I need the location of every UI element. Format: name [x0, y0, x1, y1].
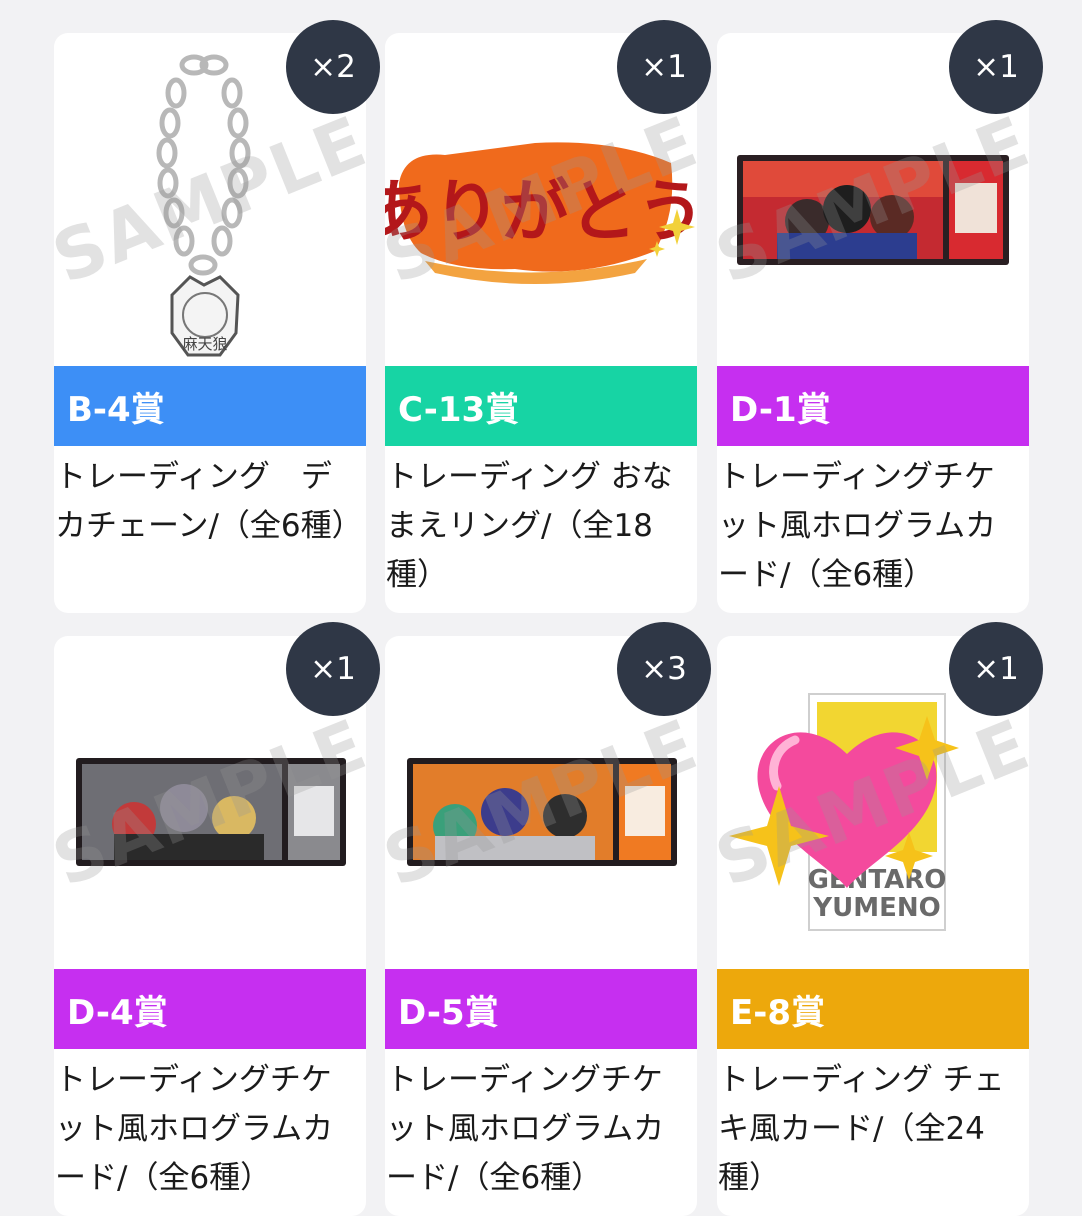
- prize-card-e8[interactable]: GENTARO YUMENO SAMPLE E-8賞 トレーディング チェキ風カ…: [717, 636, 1029, 1216]
- prize-label: D-5賞: [385, 969, 697, 1049]
- prize-label: C-13賞: [385, 366, 697, 446]
- quantity-badge: ×2: [286, 20, 380, 114]
- prize-card-c13[interactable]: ありがとう SAMPLE C-13賞 トレーディング おなまえリング/（全18種…: [385, 33, 697, 613]
- prize-card-d5[interactable]: SAMPLE D-5賞 トレーディングチケット風ホログラムカード/（全6種）: [385, 636, 697, 1216]
- prize-label: E-8賞: [717, 969, 1029, 1049]
- prize-label: D-1賞: [717, 366, 1029, 446]
- prize-card-d4[interactable]: SAMPLE D-4賞 トレーディングチケット風ホログラムカード/（全6種）: [54, 636, 366, 1216]
- quantity-badge: ×3: [617, 622, 711, 716]
- quantity-badge: ×1: [286, 622, 380, 716]
- svg-text:ありがとう: ありがとう: [385, 173, 697, 252]
- prize-description: トレーディング デカチェーン/（全6種）: [55, 459, 363, 544]
- prize-label: D-4賞: [54, 969, 366, 1049]
- svg-text:YUMENO: YUMENO: [812, 893, 940, 923]
- prize-label: B-4賞: [54, 366, 366, 446]
- quantity-badge: ×1: [949, 20, 1043, 114]
- svg-text:麻天狼: 麻天狼: [182, 335, 227, 353]
- prize-description: トレーディングチケット風ホログラムカード/（全6種）: [55, 1062, 334, 1196]
- quantity-badge: ×1: [617, 20, 711, 114]
- prize-description: トレーディングチケット風ホログラムカード/（全6種）: [718, 459, 997, 593]
- prize-description: トレーディング おなまえリング/（全18種）: [386, 459, 673, 593]
- prize-card-b4[interactable]: 麻天狼 SAMPLE B-4賞 トレーディング デカチェーン/（全6種）: [54, 33, 366, 613]
- prize-description: トレーディング チェキ風カード/（全24種）: [718, 1062, 1005, 1196]
- prize-description: トレーディングチケット風ホログラムカード/（全6種）: [386, 1062, 665, 1196]
- prize-card-d1[interactable]: SAMPLE D-1賞 トレーディングチケット風ホログラムカード/（全6種）: [717, 33, 1029, 613]
- quantity-badge: ×1: [949, 622, 1043, 716]
